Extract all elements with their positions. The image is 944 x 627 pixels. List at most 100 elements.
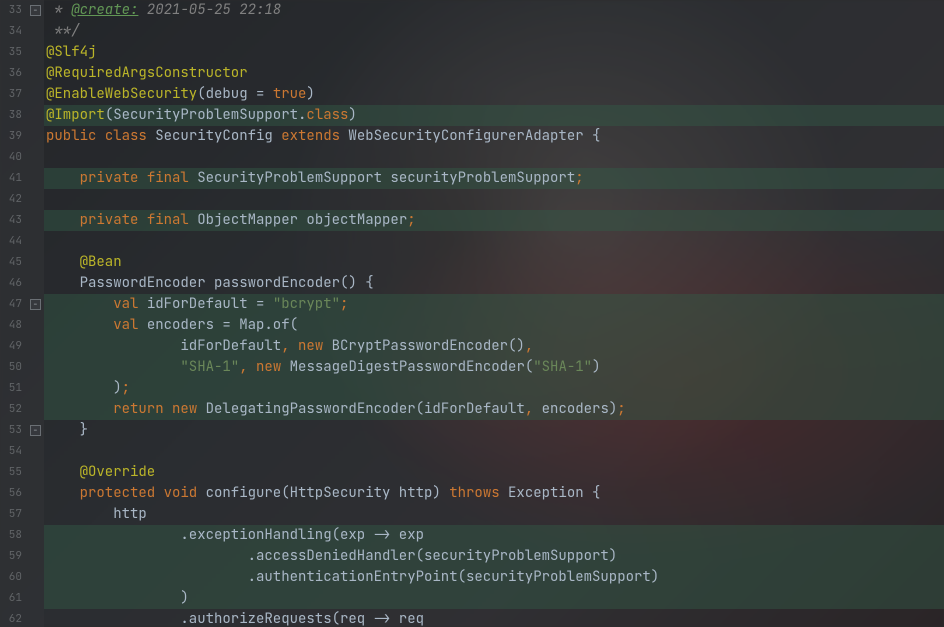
code-line[interactable]: @RequiredArgsConstructor xyxy=(44,63,944,84)
code-token: class xyxy=(306,106,348,124)
code-line[interactable]: ); xyxy=(44,378,944,399)
code-token: "SHA-1" xyxy=(533,358,592,376)
code-token: BCryptPasswordEncoder() xyxy=(332,337,525,355)
code-line[interactable]: val encoders = Map.of( xyxy=(44,315,944,336)
code-token: public xyxy=(46,127,105,145)
line-number: 61 xyxy=(0,588,22,609)
line-number: 54 xyxy=(0,441,22,462)
code-token: WebSecurityConfigurerAdapter { xyxy=(348,127,600,145)
line-number: 59 xyxy=(0,546,22,567)
line-number: 53 xyxy=(0,420,22,441)
code-token: @RequiredArgsConstructor xyxy=(46,64,248,82)
code-token: throws xyxy=(449,484,508,502)
code-token: idForDefault xyxy=(46,337,281,355)
line-number: 39 xyxy=(0,126,22,147)
code-line[interactable]: * @create: 2021-05-25 22:18 xyxy=(44,0,944,21)
code-line[interactable]: PasswordEncoder passwordEncoder() { xyxy=(44,273,944,294)
code-token: (SecurityProblemSupport. xyxy=(105,106,307,124)
code-token: , xyxy=(281,337,298,355)
line-number: 44 xyxy=(0,231,22,252)
code-token: true xyxy=(273,85,307,103)
code-token: return xyxy=(113,400,172,418)
code-line[interactable]: @Slf4j xyxy=(44,42,944,63)
line-number: 55 xyxy=(0,462,22,483)
code-line[interactable]: .authorizeRequests(req -> req xyxy=(44,609,944,627)
code-token: val xyxy=(113,295,147,313)
line-number: 40 xyxy=(0,147,22,168)
code-line[interactable]: idForDefault, new BCryptPasswordEncoder(… xyxy=(44,336,944,357)
code-token: private xyxy=(80,211,147,229)
line-number: 46 xyxy=(0,273,22,294)
line-number: 37 xyxy=(0,84,22,105)
code-line[interactable]: http xyxy=(44,504,944,525)
line-number: 42 xyxy=(0,189,22,210)
code-token: 2021-05-25 22:18 xyxy=(138,1,281,19)
code-token: @Import xyxy=(46,106,105,124)
code-line[interactable]: val idForDefault = "bcrypt"; xyxy=(44,294,944,315)
code-line[interactable]: @Import(SecurityProblemSupport.class) xyxy=(44,105,944,126)
code-token: * xyxy=(46,1,71,19)
code-token xyxy=(46,169,80,187)
code-line[interactable]: @Bean xyxy=(44,252,944,273)
code-token xyxy=(46,253,80,271)
line-number: 47 xyxy=(0,294,22,315)
line-number: 60 xyxy=(0,567,22,588)
code-line[interactable]: } xyxy=(44,420,944,441)
line-number: 36 xyxy=(0,63,22,84)
code-token: } xyxy=(46,421,88,439)
code-token: .exceptionHandling(exp -> exp xyxy=(46,526,424,544)
code-token: PasswordEncoder passwordEncoder() { xyxy=(46,274,374,292)
code-line[interactable]: return new DelegatingPasswordEncoder(idF… xyxy=(44,399,944,420)
line-number: 57 xyxy=(0,504,22,525)
code-line[interactable]: private final ObjectMapper objectMapper; xyxy=(44,210,944,231)
fold-toggle-icon[interactable]: − xyxy=(30,5,41,16)
code-token: private xyxy=(80,169,147,187)
code-line[interactable] xyxy=(44,189,944,210)
code-token xyxy=(46,316,113,334)
code-line[interactable]: private final SecurityProblemSupport sec… xyxy=(44,168,944,189)
code-line[interactable]: .exceptionHandling(exp -> exp xyxy=(44,525,944,546)
code-token: idForDefault = xyxy=(147,295,273,313)
code-token: .accessDeniedHandler(securityProblemSupp… xyxy=(46,547,617,565)
fold-toggle-icon[interactable]: − xyxy=(30,425,41,436)
code-area[interactable]: * @create: 2021-05-25 22:18 **/@Slf4j@Re… xyxy=(44,0,944,627)
code-token: Exception { xyxy=(508,484,600,502)
code-token: val xyxy=(113,316,147,334)
code-line[interactable]: public class SecurityConfig extends WebS… xyxy=(44,126,944,147)
code-line[interactable] xyxy=(44,441,944,462)
code-line[interactable]: ) xyxy=(44,588,944,609)
code-line[interactable]: .authenticationEntryPoint(securityProble… xyxy=(44,567,944,588)
code-token: extends xyxy=(281,127,348,145)
code-token: encoders = Map.of( xyxy=(147,316,298,334)
code-token: .authenticationEntryPoint(securityProble… xyxy=(46,568,659,586)
code-token: @EnableWebSecurity xyxy=(46,85,197,103)
code-line[interactable] xyxy=(44,147,944,168)
line-number: 58 xyxy=(0,525,22,546)
line-number: 33 xyxy=(0,0,22,21)
code-token: DelegatingPasswordEncoder(idForDefault xyxy=(206,400,525,418)
code-token: ; xyxy=(575,169,583,187)
code-token xyxy=(46,400,113,418)
code-token: protected xyxy=(80,484,164,502)
code-token: ObjectMapper objectMapper xyxy=(197,211,407,229)
code-line[interactable]: .accessDeniedHandler(securityProblemSupp… xyxy=(44,546,944,567)
code-token: @Override xyxy=(80,463,156,481)
code-line[interactable] xyxy=(44,231,944,252)
code-token: ; xyxy=(407,211,415,229)
line-number: 62 xyxy=(0,609,22,627)
code-line[interactable]: @Override xyxy=(44,462,944,483)
line-number: 35 xyxy=(0,42,22,63)
code-token xyxy=(46,484,80,502)
code-token: @Bean xyxy=(80,253,122,271)
code-token: SecurityProblemSupport securityProblemSu… xyxy=(197,169,575,187)
fold-toggle-icon[interactable]: − xyxy=(30,299,41,310)
code-token: encoders) xyxy=(542,400,618,418)
code-token: "bcrypt" xyxy=(273,295,340,313)
code-token: class xyxy=(105,127,155,145)
code-token: ) xyxy=(348,106,356,124)
code-token: MessageDigestPasswordEncoder( xyxy=(290,358,534,376)
code-line[interactable]: protected void configure(HttpSecurity ht… xyxy=(44,483,944,504)
code-line[interactable]: @EnableWebSecurity(debug = true) xyxy=(44,84,944,105)
code-line[interactable]: **/ xyxy=(44,21,944,42)
code-line[interactable]: "SHA-1", new MessageDigestPasswordEncode… xyxy=(44,357,944,378)
